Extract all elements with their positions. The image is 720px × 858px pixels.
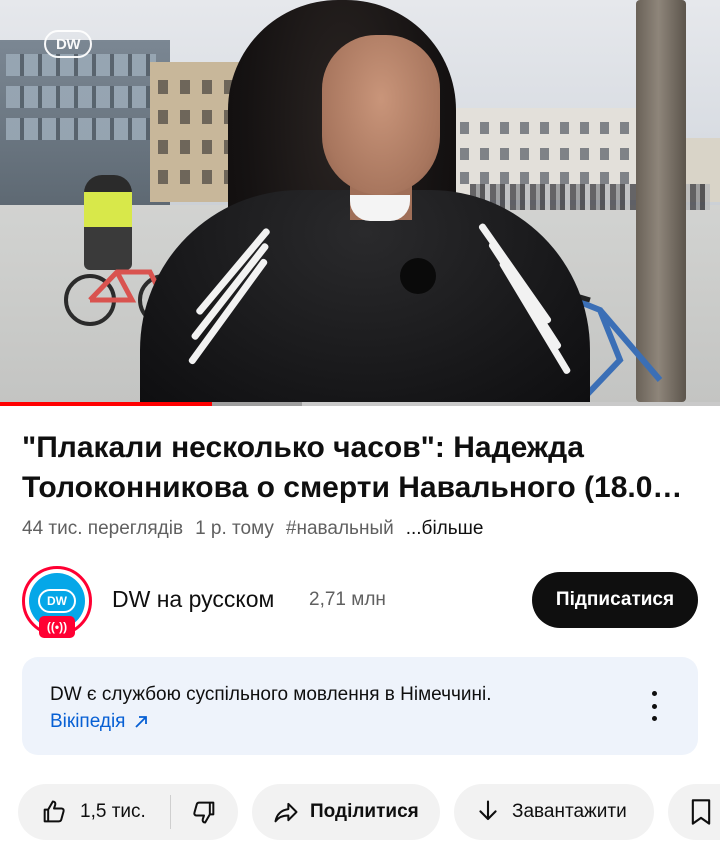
thumbs-up-icon: [43, 800, 65, 823]
upload-age: 1 р. тому: [195, 518, 274, 539]
dislike-button[interactable]: [171, 784, 237, 840]
video-progress-fill: [0, 402, 213, 406]
like-button[interactable]: 1,5 тис.: [18, 784, 170, 840]
dw-logo-watermark: DW: [44, 30, 92, 58]
like-count: 1,5 тис.: [80, 801, 146, 822]
action-bar: 1,5 тис. Поділитися Завантажити: [18, 784, 720, 840]
external-link-icon: [135, 716, 148, 728]
live-broadcast-icon: ((•)): [39, 616, 75, 638]
download-label: Завантажити: [512, 801, 627, 822]
video-title[interactable]: "Плакали несколько часов": Надежда Толок…: [22, 428, 702, 508]
more-vert-icon[interactable]: [644, 691, 664, 721]
video-frame-collar: [350, 195, 410, 221]
save-icon: [691, 799, 711, 825]
subscriber-count: 2,71 млн: [309, 589, 386, 610]
thumbs-down-icon: [193, 801, 215, 824]
hashtag-link[interactable]: #навальный: [286, 518, 394, 540]
info-panel-text: DW є службою суспільного мовлення в Німе…: [50, 684, 492, 705]
subscribe-button[interactable]: Підписатися: [532, 572, 698, 628]
channel-name[interactable]: DW на русском: [112, 586, 274, 613]
video-frame-person-face: [322, 35, 440, 195]
wikipedia-link-label: Вікіпедія: [50, 711, 126, 732]
video-meta[interactable]: 44 тис. переглядів 1 р. тому #навальный …: [22, 518, 483, 540]
video-title-line-1: "Плакали несколько часов": Надежда: [22, 431, 584, 464]
share-label: Поділитися: [310, 801, 419, 822]
view-count: 44 тис. переглядів: [22, 518, 184, 539]
wikipedia-link[interactable]: Вікіпедія: [50, 711, 149, 733]
video-progress-bar[interactable]: [0, 402, 720, 406]
avatar-dw-text: DW: [38, 589, 76, 613]
channel-row: DW ((•)) DW на русском 2,71 млн Підписат…: [22, 566, 702, 638]
info-panel: DW є службою суспільного мовлення в Німе…: [22, 657, 698, 755]
download-icon: [479, 800, 497, 821]
video-frame-lapel-mic: [400, 258, 436, 294]
video-player[interactable]: DW: [0, 0, 720, 402]
like-dislike-chip: 1,5 тис.: [18, 784, 238, 840]
video-frame-cyclist: [84, 175, 132, 270]
share-button[interactable]: Поділитися: [252, 784, 440, 840]
download-button[interactable]: Завантажити: [454, 784, 654, 840]
share-icon: [274, 802, 298, 823]
more-button[interactable]: ...більше: [406, 518, 484, 540]
save-button[interactable]: [668, 784, 720, 840]
video-title-line-2: Толоконникова о смерти Навального (18.0…: [22, 471, 683, 504]
